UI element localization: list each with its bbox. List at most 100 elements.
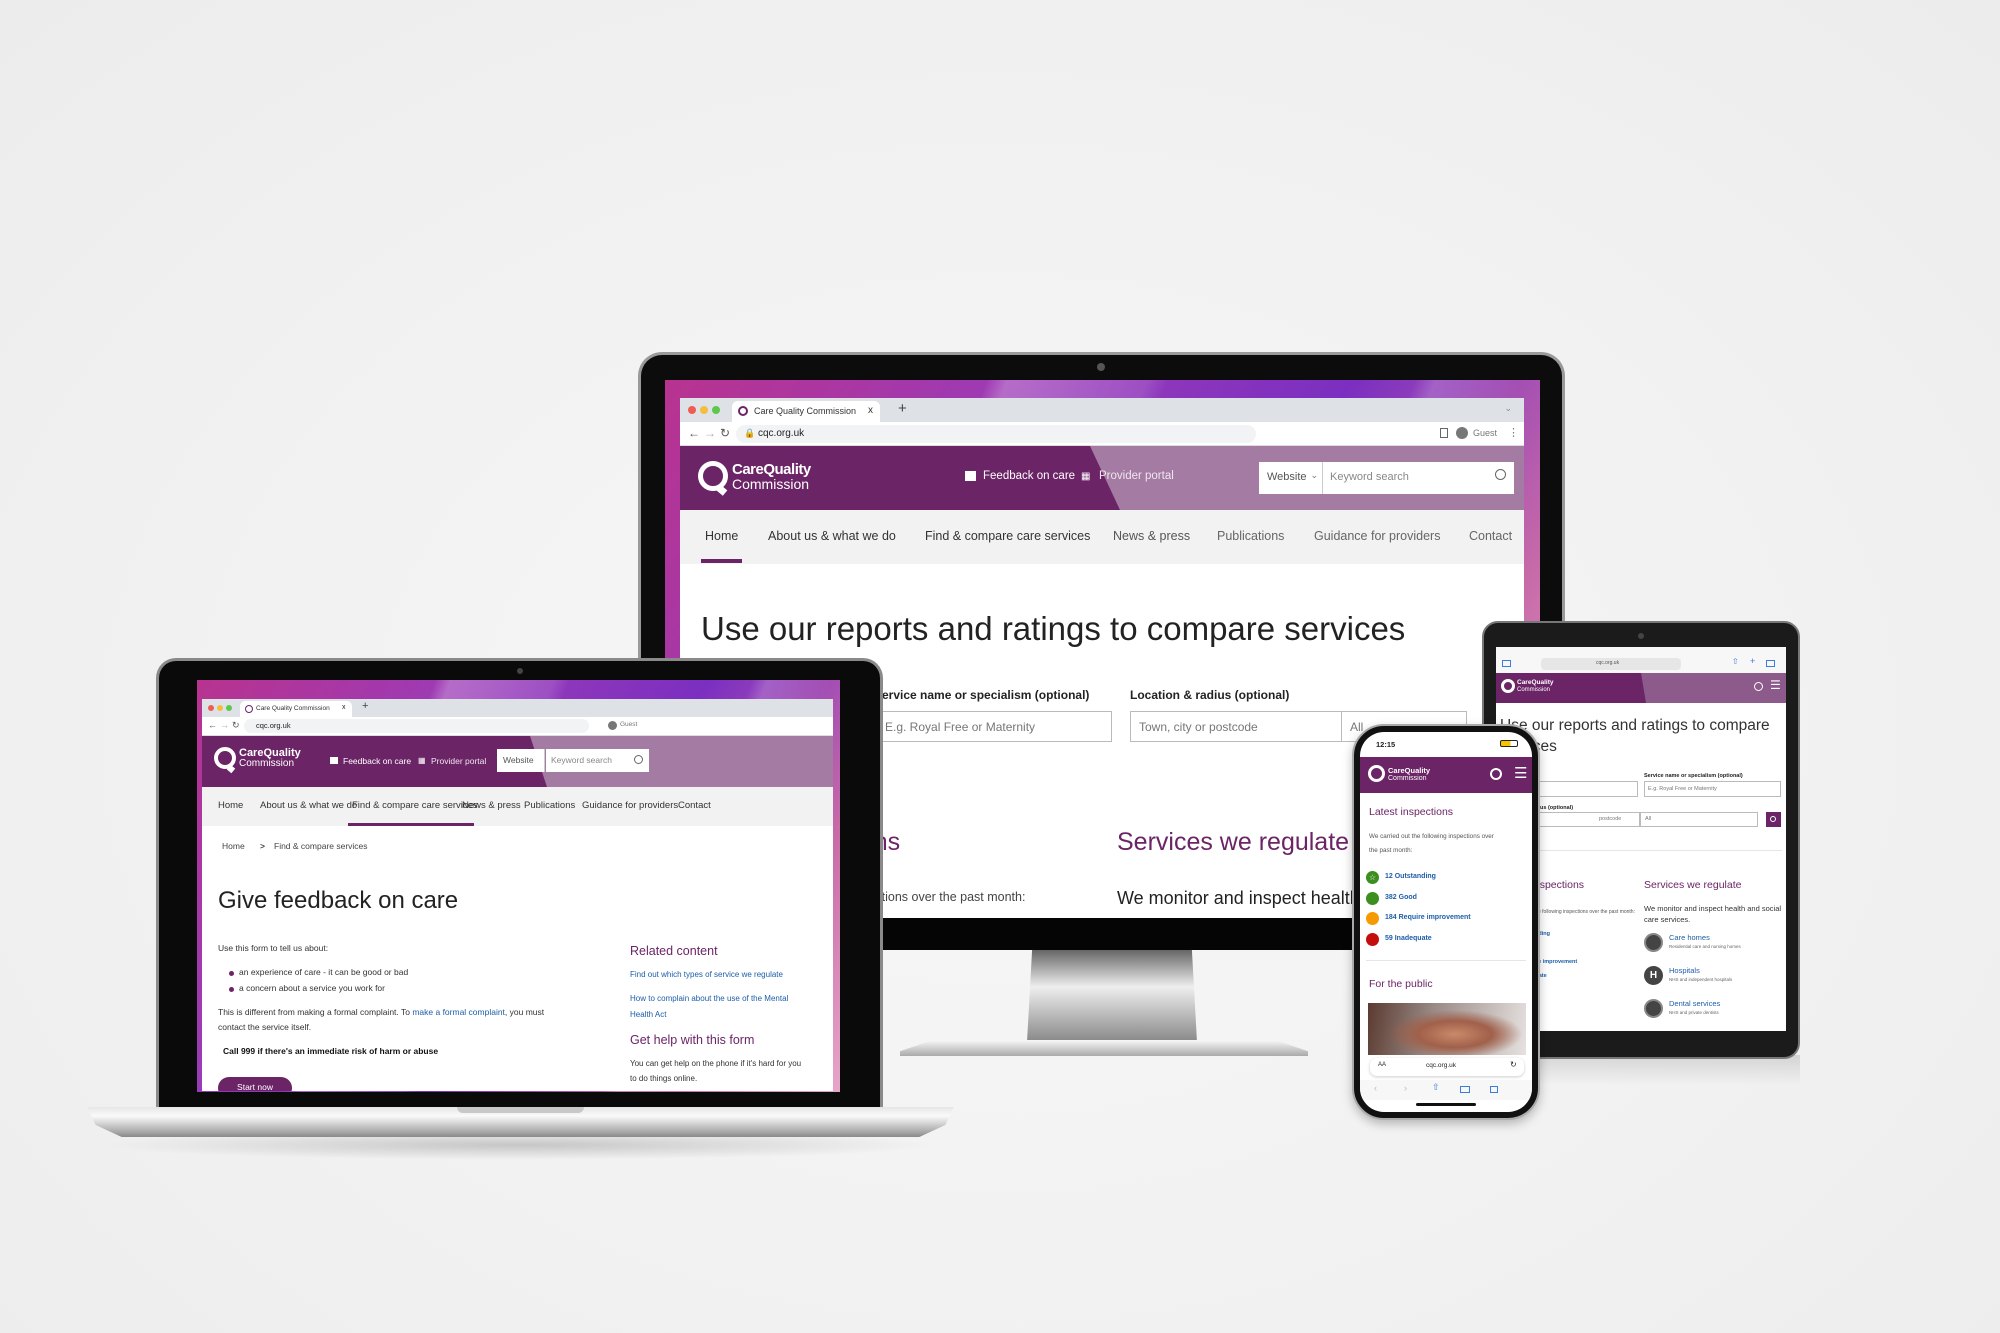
new-tab-icon[interactable]: + bbox=[1750, 656, 1755, 666]
menu-icon[interactable]: ☰ bbox=[1514, 764, 1527, 782]
maximize-window-button[interactable] bbox=[226, 705, 232, 711]
search-icon[interactable] bbox=[1490, 768, 1502, 780]
tab-strip: Care Quality Commission x + ⌄ bbox=[680, 398, 1524, 422]
main-nav: Home About us & what we do Find & compar… bbox=[680, 510, 1524, 564]
formal-complaint-link[interactable]: make a formal complaint bbox=[412, 1007, 505, 1017]
nav-guidance[interactable]: Guidance for providers bbox=[582, 800, 678, 811]
menu-icon[interactable]: ☰ bbox=[1770, 678, 1781, 692]
text-size-button[interactable]: AA bbox=[1378, 1062, 1386, 1068]
close-tab-icon[interactable]: x bbox=[868, 405, 873, 416]
related-link[interactable]: How to complain about the use of the Men… bbox=[630, 994, 788, 1003]
forward-icon[interactable]: → bbox=[220, 720, 229, 730]
rating-requires-improvement[interactable]: 184 Require improvement bbox=[1366, 912, 1526, 926]
nav-find-compare[interactable]: Find & compare care services bbox=[925, 529, 1090, 543]
tab-list-chevron-icon[interactable]: ⌄ bbox=[1504, 403, 1512, 414]
minimize-window-button[interactable] bbox=[217, 705, 223, 711]
rating-inadequate[interactable]: 59 Inadequate bbox=[1366, 933, 1526, 947]
close-window-button[interactable] bbox=[688, 406, 696, 414]
nav-contact[interactable]: Contact bbox=[678, 800, 711, 811]
home-icon bbox=[1644, 933, 1663, 952]
laptop-browser-window: Care Quality Commission x + ← → ↻ cqc.or… bbox=[202, 699, 833, 1091]
service-input[interactable]: E.g. Royal Free or Maternity bbox=[1644, 781, 1781, 797]
safari-bottom-toolbar: ‹ › ⇧ bbox=[1360, 1080, 1532, 1100]
address-bar[interactable]: cqc.org.uk bbox=[1541, 658, 1681, 670]
search-button[interactable] bbox=[1766, 812, 1781, 827]
status-bar bbox=[1496, 647, 1786, 655]
radius-select[interactable]: All bbox=[1640, 812, 1758, 827]
close-window-button[interactable] bbox=[208, 705, 214, 711]
browser-tab[interactable]: Care Quality Commission x bbox=[732, 401, 880, 422]
nav-news[interactable]: News & press bbox=[1113, 529, 1190, 543]
address-bar[interactable]: cqc.org.uk bbox=[244, 719, 589, 733]
nav-contact[interactable]: Contact bbox=[1469, 529, 1512, 543]
forward-icon[interactable]: → bbox=[704, 426, 716, 440]
service-item-care-homes[interactable]: Care homes Residential care and nursing … bbox=[1644, 931, 1784, 953]
keyword-search-input[interactable]: Keyword search bbox=[1323, 462, 1514, 494]
nav-home[interactable]: Home bbox=[218, 800, 243, 811]
reload-icon[interactable]: ↻ bbox=[232, 720, 240, 731]
requires-improvement-icon bbox=[1366, 912, 1379, 925]
service-item-dental[interactable]: Dental services NHS and private dentists bbox=[1644, 997, 1784, 1019]
new-tab-button[interactable]: + bbox=[898, 400, 907, 417]
breadcrumb-home[interactable]: Home bbox=[222, 841, 245, 851]
reload-icon[interactable]: ↻ bbox=[1510, 1060, 1517, 1069]
service-item-hospitals[interactable]: H Hospitals NHS and independent hospital… bbox=[1644, 964, 1784, 986]
search-icon[interactable] bbox=[634, 755, 643, 764]
search-icon[interactable] bbox=[1754, 682, 1763, 691]
nav-publications[interactable]: Publications bbox=[524, 800, 575, 811]
profile-avatar-icon[interactable] bbox=[1456, 427, 1468, 439]
back-icon[interactable]: ← bbox=[208, 720, 217, 730]
browser-tab[interactable]: Care Quality Commission x bbox=[240, 701, 352, 717]
back-icon[interactable]: ‹ bbox=[1374, 1083, 1377, 1093]
reload-icon[interactable]: ↻ bbox=[720, 426, 730, 440]
related-link[interactable]: Find out which types of service we regul… bbox=[630, 970, 783, 979]
safari-address-bar[interactable]: AA cqc.org.uk ↻ bbox=[1370, 1058, 1524, 1076]
rating-outstanding[interactable]: ☆ 12 Outstanding bbox=[1366, 871, 1526, 885]
search-scope-select[interactable]: Website ⌄ bbox=[1259, 462, 1323, 494]
close-tab-icon[interactable]: x bbox=[342, 704, 346, 711]
location-input[interactable]: Town, city or postcode bbox=[1130, 711, 1342, 742]
cqc-logo[interactable]: CareQuality Commission bbox=[1368, 765, 1438, 787]
cqc-logo[interactable]: CareQuality Commission bbox=[214, 747, 301, 777]
tabs-icon[interactable] bbox=[1766, 660, 1775, 667]
start-now-button[interactable]: Start now bbox=[218, 1077, 292, 1091]
share-icon[interactable]: ⇧ bbox=[1432, 1082, 1440, 1093]
address-bar[interactable]: 🔒 cqc.org.uk bbox=[736, 425, 1256, 443]
forward-icon[interactable]: › bbox=[1404, 1083, 1407, 1093]
bookmarks-icon[interactable] bbox=[1460, 1086, 1470, 1093]
rating-good[interactable]: 382 Good bbox=[1366, 892, 1526, 906]
minimize-window-button[interactable] bbox=[700, 406, 708, 414]
tabs-icon[interactable] bbox=[1490, 1086, 1498, 1093]
nav-home[interactable]: Home bbox=[705, 529, 738, 543]
services-text: We monitor and inspect health and social… bbox=[1644, 904, 1782, 924]
search-icon[interactable] bbox=[1495, 469, 1506, 480]
profile-name[interactable]: Guest bbox=[1473, 428, 1497, 438]
hands-photo bbox=[1368, 1003, 1526, 1055]
site-header: CareQuality Commission Feedback on care … bbox=[680, 446, 1524, 510]
maximize-window-button[interactable] bbox=[712, 406, 720, 414]
back-icon[interactable]: ← bbox=[688, 426, 700, 440]
grid-icon: ▦ bbox=[1081, 471, 1091, 482]
nav-guidance[interactable]: Guidance for providers bbox=[1314, 529, 1440, 543]
reading-list-icon[interactable] bbox=[1440, 428, 1448, 438]
home-indicator[interactable] bbox=[1416, 1103, 1476, 1106]
cqc-logo[interactable]: CareQuality Commission bbox=[698, 459, 818, 499]
keyword-search-input[interactable]: Keyword search bbox=[546, 749, 649, 772]
phone-screen: 12:15 CareQuality Commission ☰ Latest in… bbox=[1360, 732, 1532, 1112]
nav-about[interactable]: About us & what we do bbox=[260, 800, 357, 811]
sidebar-icon[interactable] bbox=[1502, 660, 1511, 667]
cqc-logo[interactable]: CareQuality Commission bbox=[1501, 679, 1561, 699]
nav-find-compare[interactable]: Find & compare care services bbox=[352, 800, 478, 811]
new-tab-button[interactable]: + bbox=[362, 700, 368, 712]
nav-publications[interactable]: Publications bbox=[1217, 529, 1284, 543]
nav-news[interactable]: News & press bbox=[462, 800, 521, 811]
browser-menu-icon[interactable]: ⋮ bbox=[1508, 426, 1519, 439]
comment-icon bbox=[965, 471, 976, 481]
share-icon[interactable]: ⇧ bbox=[1732, 657, 1739, 666]
site-header: CareQuality Commission ☰ bbox=[1496, 673, 1786, 703]
nav-about[interactable]: About us & what we do bbox=[768, 529, 896, 543]
active-nav-indicator bbox=[701, 559, 742, 563]
search-scope-select[interactable]: Website bbox=[497, 749, 545, 772]
profile-avatar-icon[interactable] bbox=[608, 721, 617, 730]
breadcrumb-current: Find & compare services bbox=[274, 841, 368, 851]
